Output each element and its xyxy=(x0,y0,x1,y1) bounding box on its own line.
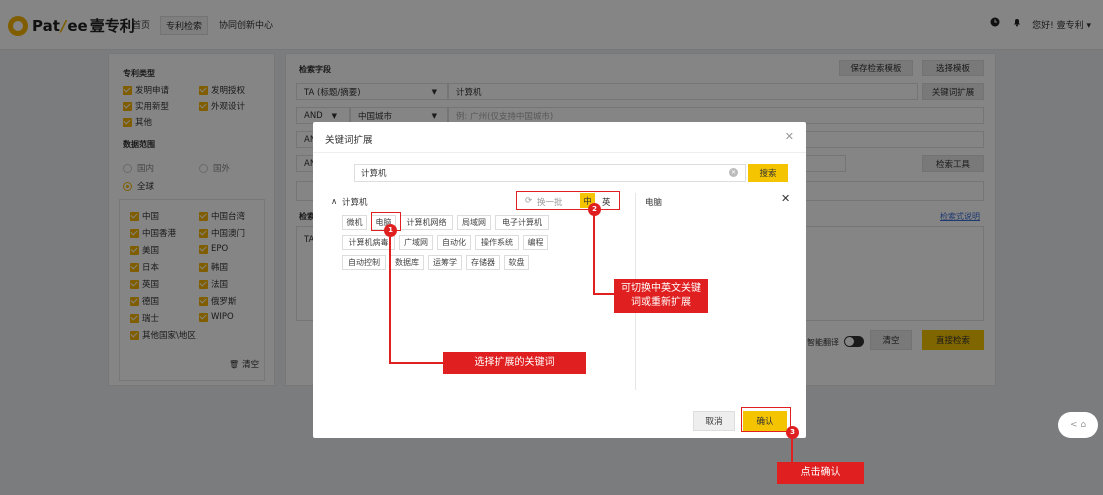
keyword-tag[interactable]: 编程 xyxy=(523,235,548,250)
annotation-callout-3: 点击确认 xyxy=(777,462,864,484)
keyword-tag[interactable]: 运筹学 xyxy=(428,255,462,270)
keyword-group-title: 计算机 xyxy=(342,198,368,208)
collapse-chevron-icon[interactable]: ∧ xyxy=(331,197,337,207)
cancel-button[interactable]: 取消 xyxy=(693,411,735,431)
keyword-tag[interactable]: 操作系统 xyxy=(475,235,519,250)
annotation-box-3 xyxy=(741,407,791,432)
close-icon[interactable]: ✕ xyxy=(785,130,794,143)
expand-search-input[interactable]: 计算机 xyxy=(354,164,746,182)
keyword-expand-dialog: 关键词扩展 ✕ 计算机 ✕ 搜索 ∧ 计算机 ⟳ 换一批 中 英 电脑 ✕ 微机… xyxy=(313,122,806,438)
keyword-tag[interactable]: 局域网 xyxy=(457,215,491,230)
keyword-tag[interactable]: 计算机网络 xyxy=(400,215,453,230)
annotation-callout-1: 选择扩展的关键词 xyxy=(443,352,586,374)
annotation-callout-2: 可切换中英文关键词或重新扩展 xyxy=(614,279,708,313)
annotation-line-1 xyxy=(389,237,391,363)
annotation-badge-1: 1 xyxy=(384,224,397,237)
keyword-tag[interactable]: 自动化 xyxy=(437,235,471,250)
annotation-line-1 xyxy=(389,362,443,364)
remove-selected-icon[interactable]: ✕ xyxy=(781,192,790,205)
keyword-tag[interactable]: 计算机病毒 xyxy=(342,235,395,250)
divider xyxy=(313,152,806,153)
keyword-tag[interactable]: 存储器 xyxy=(466,255,500,270)
keyword-tag[interactable]: 自动控制 xyxy=(342,255,386,270)
annotation-box-2 xyxy=(516,191,620,210)
annotation-line-2 xyxy=(593,293,615,295)
keyword-tag[interactable]: 数据库 xyxy=(390,255,424,270)
clear-input-icon[interactable]: ✕ xyxy=(729,168,738,177)
dialog-title: 关键词扩展 xyxy=(325,135,373,146)
annotation-line-3 xyxy=(791,438,793,462)
selected-keywords-title: 电脑 xyxy=(645,198,663,208)
keyword-tag[interactable]: 电子计算机 xyxy=(495,215,549,230)
keyword-tag[interactable]: 广域网 xyxy=(399,235,433,250)
annotation-line-2 xyxy=(593,214,595,294)
keyword-tag[interactable]: 微机 xyxy=(342,215,367,230)
expand-search-button[interactable]: 搜索 xyxy=(748,164,788,182)
keyword-tag[interactable]: 软盘 xyxy=(504,255,529,270)
floating-toolbar-button[interactable]: < ⌂ xyxy=(1058,412,1098,438)
